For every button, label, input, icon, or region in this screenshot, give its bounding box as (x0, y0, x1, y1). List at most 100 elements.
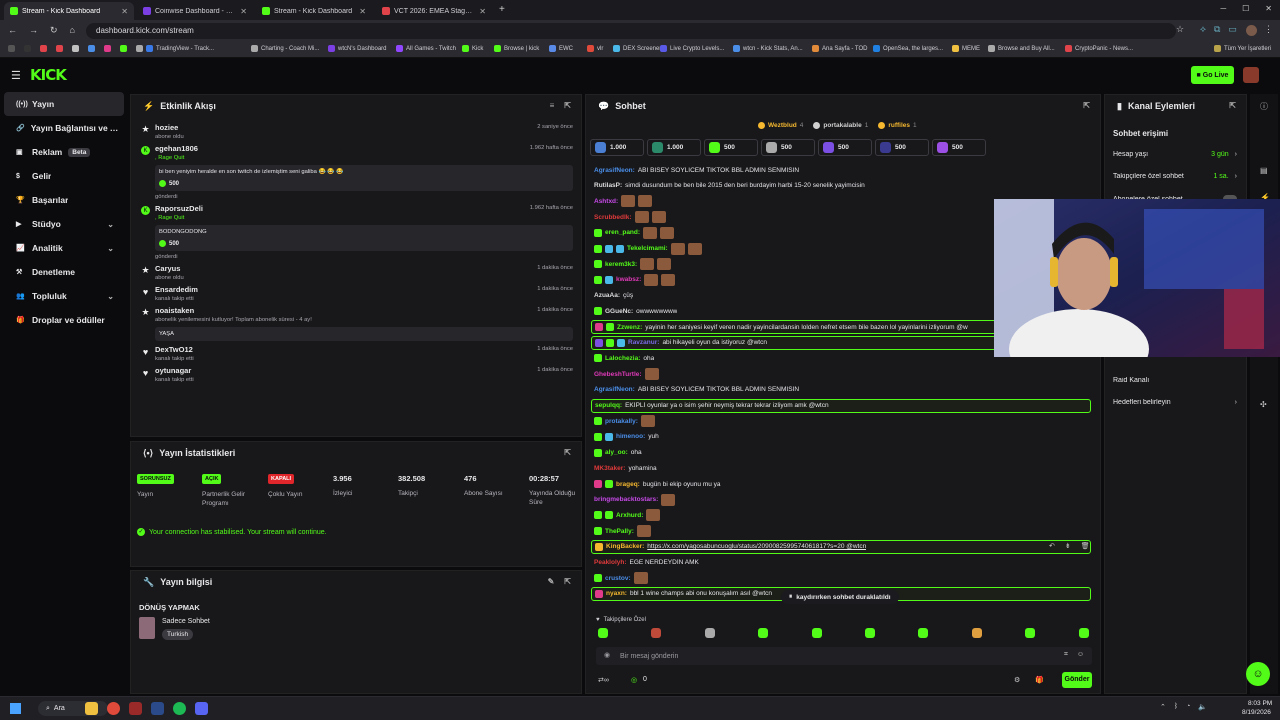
chat-username[interactable]: KingBacker: (606, 543, 644, 550)
event-username[interactable]: Ensardedim (155, 285, 581, 294)
pin-icon[interactable]: ⇟ (1065, 542, 1071, 550)
chat-username[interactable]: AgrasifNeon: (594, 167, 635, 174)
leaderboard-entry[interactable]: portakalable 1 (813, 122, 868, 129)
chevron-right-icon[interactable]: › (1235, 151, 1237, 158)
channel-action-3[interactable]: Raid Kanalı (1113, 377, 1237, 384)
hamburger-menu-icon[interactable]: ☰ (11, 69, 21, 82)
bookmark-star-icon[interactable]: ☆ (1176, 24, 1184, 35)
new-tab-button[interactable]: + (499, 4, 505, 15)
popout-icon[interactable]: ⇱ (564, 448, 571, 457)
chat-username[interactable]: sepulqq: (595, 402, 622, 409)
tab-close-icon[interactable]: ✕ (359, 7, 366, 16)
quick-emote[interactable] (1078, 628, 1089, 638)
chat-username[interactable]: Peaklolyh: (594, 559, 627, 566)
chevron-up-icon[interactable]: ⌃ (1160, 703, 1166, 711)
emoji-picker-icon[interactable]: ☺ (1077, 651, 1084, 658)
chat-username[interactable]: eren_pand: (605, 229, 640, 236)
bookmark-item[interactable]: Browse | kick (494, 45, 539, 52)
reload-icon[interactable]: ↻ (50, 25, 58, 36)
bookmark-item[interactable]: wtcN's Dashboard (328, 45, 387, 52)
bookmark-item[interactable]: MEME (952, 45, 980, 52)
profile-avatar[interactable] (1246, 25, 1257, 36)
chat-username[interactable]: Tekelcimami: (627, 245, 668, 252)
bookmark-item[interactable]: Browse and Buy All... (988, 45, 1055, 52)
chat-username[interactable]: RutilasP: (594, 182, 622, 189)
maximize-icon[interactable]: ☐ (1242, 4, 1249, 13)
chat-username[interactable]: protakally: (605, 418, 638, 425)
forward-icon[interactable]: → (29, 25, 38, 36)
slow-mode-icon[interactable]: ⇄∞ (598, 676, 609, 684)
chat-username[interactable]: crustov: (605, 575, 631, 582)
quick-emote[interactable] (811, 628, 822, 638)
sidebar-item-reklam[interactable]: ▣ Reklam Beta (4, 140, 124, 164)
chevron-down-icon[interactable]: ⌄ (107, 244, 114, 253)
sidebar-item-analitik[interactable]: 📈 Analitik ⌄ (4, 236, 124, 260)
user-avatar[interactable] (1243, 67, 1259, 83)
bookmark-item[interactable]: CryptoPanic - News... (1065, 45, 1133, 52)
chat-rail-icon[interactable]: ▤ (1260, 166, 1268, 175)
home-icon[interactable]: ⌂ (70, 25, 75, 36)
event-username[interactable]: oytunagar (155, 366, 581, 375)
browser-tab[interactable]: Stream - Kick Dashboard ✕ (256, 2, 372, 20)
chat-username[interactable]: kwabsz: (616, 276, 641, 283)
info-icon[interactable]: ⓘ (1260, 101, 1268, 112)
sidebar-item-yayın-bağlantısı-ve-anahtarı[interactable]: 🔗 Yayın Bağlantısı ve Anahtarı (4, 116, 124, 140)
chat-username[interactable]: nyaxn: (606, 590, 627, 597)
popout-icon[interactable]: ⇱ (1083, 101, 1090, 110)
chat-username[interactable]: Zzwenz: (617, 324, 642, 331)
bookmark-item[interactable]: All Games - Twitch (396, 45, 456, 52)
minimize-icon[interactable]: ─ (1220, 4, 1226, 13)
event-username[interactable]: Caryus (155, 264, 581, 273)
chat-username[interactable]: Ravzanur: (628, 339, 659, 346)
chat-username[interactable]: aly_oo: (605, 449, 628, 456)
delete-icon[interactable]: 🗑 (1081, 542, 1090, 550)
sidebar-item-gelir[interactable]: $ Gelir (4, 164, 124, 188)
chat-input[interactable]: ◉ Bir mesaj gönderin ⌗ ☺ (596, 647, 1092, 665)
gift-icon[interactable]: 🎁 (1035, 676, 1044, 684)
chat-username[interactable]: bringmebacktostars: (594, 496, 658, 503)
quick-emote[interactable] (651, 628, 662, 638)
bookmark-item[interactable]: EWC (549, 45, 573, 52)
chat-username[interactable]: Lalochezia: (605, 355, 640, 362)
spotify-icon[interactable] (173, 702, 186, 715)
popout-icon[interactable]: ⇱ (564, 577, 571, 586)
obs-icon[interactable] (129, 702, 142, 715)
gift-item[interactable]: 500 (932, 139, 986, 156)
channel-action-1[interactable]: Takipçilere özel sohbet 1 sa. › (1113, 173, 1237, 180)
bookmark-item[interactable]: DEX Screener (613, 45, 661, 52)
quick-emote[interactable] (1025, 628, 1036, 638)
gift-item[interactable]: 500 (761, 139, 815, 156)
popout-icon[interactable]: ⇱ (564, 101, 571, 110)
sidebar-item-başarılar[interactable]: 🏆 Başarılar (4, 188, 124, 212)
gift-item[interactable]: 1.000 (647, 139, 701, 156)
extension-icon[interactable]: ⟡ (1200, 24, 1206, 35)
close-icon[interactable]: ✕ (1265, 4, 1272, 13)
bookmark-item[interactable]: vlr (587, 45, 603, 52)
event-username[interactable]: egehan1806 (155, 144, 581, 153)
gift-item[interactable]: 500 (818, 139, 872, 156)
chevron-right-icon[interactable]: › (1235, 399, 1237, 406)
bookmark-item[interactable]: Kick (462, 45, 483, 52)
chat-username[interactable]: Scrubbedlk: (594, 214, 632, 221)
chat-username[interactable]: himenoo: (616, 433, 645, 440)
gift-item[interactable]: 500 (875, 139, 929, 156)
file-explorer-icon[interactable] (85, 702, 98, 715)
steam-icon[interactable] (151, 702, 164, 715)
gift-item[interactable]: 500 (704, 139, 758, 156)
bluetooth-icon[interactable]: ᛒ (1174, 703, 1178, 711)
quick-emote[interactable] (758, 628, 769, 638)
windows-start-icon[interactable] (10, 703, 21, 714)
chrome-icon[interactable] (107, 702, 120, 715)
address-bar[interactable]: dashboard.kick.com/stream (86, 23, 1176, 39)
discord-icon[interactable] (195, 702, 208, 715)
chat-username[interactable]: kerem3k3: (605, 261, 637, 268)
all-bookmarks[interactable]: Tüm Yer İşaretleri (1214, 45, 1271, 52)
tab-close-icon[interactable]: ✕ (240, 7, 247, 16)
wifi-icon[interactable]: ◔ (1186, 703, 1190, 711)
chat-message-text[interactable]: https://x.com/yagosabuncuoglu/status/209… (647, 543, 866, 550)
sidebar-item-stüdyo[interactable]: ▶ Stüdyo ⌄ (4, 212, 124, 236)
quick-emote[interactable] (865, 628, 875, 638)
chat-username[interactable]: GGueNc: (605, 308, 633, 315)
settings-gear-icon[interactable]: ⚙ (1014, 676, 1020, 684)
reply-icon[interactable]: ↶ (1049, 542, 1055, 550)
